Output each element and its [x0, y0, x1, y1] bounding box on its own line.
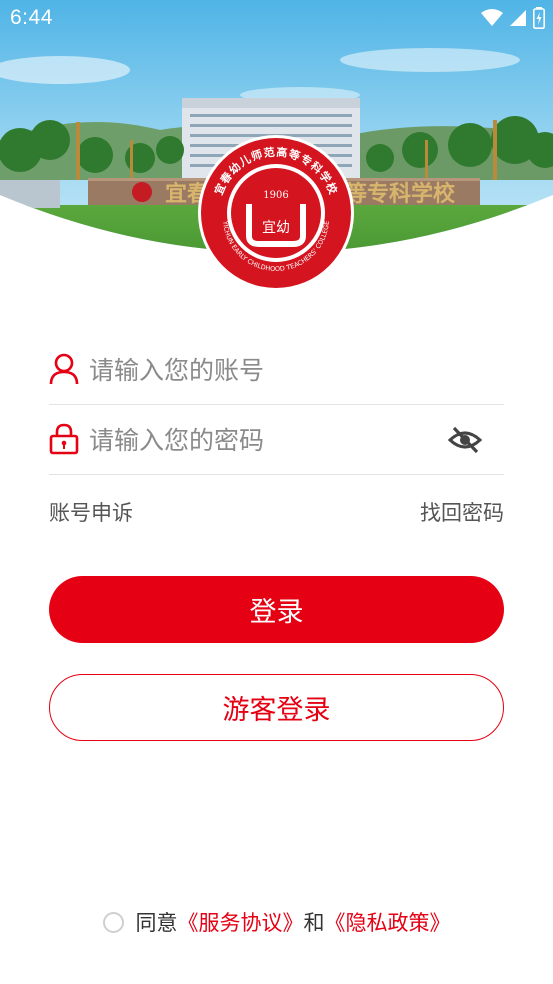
login-button[interactable]: 登录: [49, 576, 504, 643]
school-emblem-logo: 宜春幼儿师范高等专科学校 YICHUN EARLY CHILDHOOD TEAC…: [197, 134, 355, 292]
privacy-policy-link[interactable]: 《隐私政策》: [325, 907, 451, 937]
service-agreement-link[interactable]: 《服务协议》: [178, 907, 304, 937]
cellular-signal-icon: [509, 9, 527, 31]
and-text: 和: [303, 911, 325, 935]
account-appeal-link[interactable]: 账号申诉: [49, 497, 133, 527]
password-visibility-toggle-icon[interactable]: [447, 424, 483, 456]
lock-icon: [49, 423, 79, 455]
emblem-center-glyph: 宜幼: [262, 220, 290, 236]
password-field: [49, 405, 504, 475]
battery-charging-icon: [533, 7, 545, 33]
wifi-icon: [481, 9, 503, 31]
status-bar: 6:44: [0, 0, 553, 38]
user-icon: [49, 353, 79, 385]
password-input[interactable]: [89, 419, 449, 461]
status-time: 6:44: [10, 6, 53, 29]
account-links-row: 账号申诉 找回密码: [49, 495, 504, 529]
account-field: [49, 335, 504, 405]
agreement-row: 同意 《服务协议》 和 《隐私政策》: [0, 905, 553, 939]
agreement-radio[interactable]: [102, 911, 124, 933]
emblem-year: 1906: [263, 190, 288, 201]
svg-text:等专科学校: 等专科学校: [345, 181, 456, 207]
agree-text: 同意: [135, 911, 178, 935]
guest-login-button[interactable]: 游客登录: [49, 674, 504, 741]
find-password-link[interactable]: 找回密码: [420, 497, 504, 527]
status-icons: [481, 7, 545, 33]
account-input[interactable]: [89, 349, 449, 391]
